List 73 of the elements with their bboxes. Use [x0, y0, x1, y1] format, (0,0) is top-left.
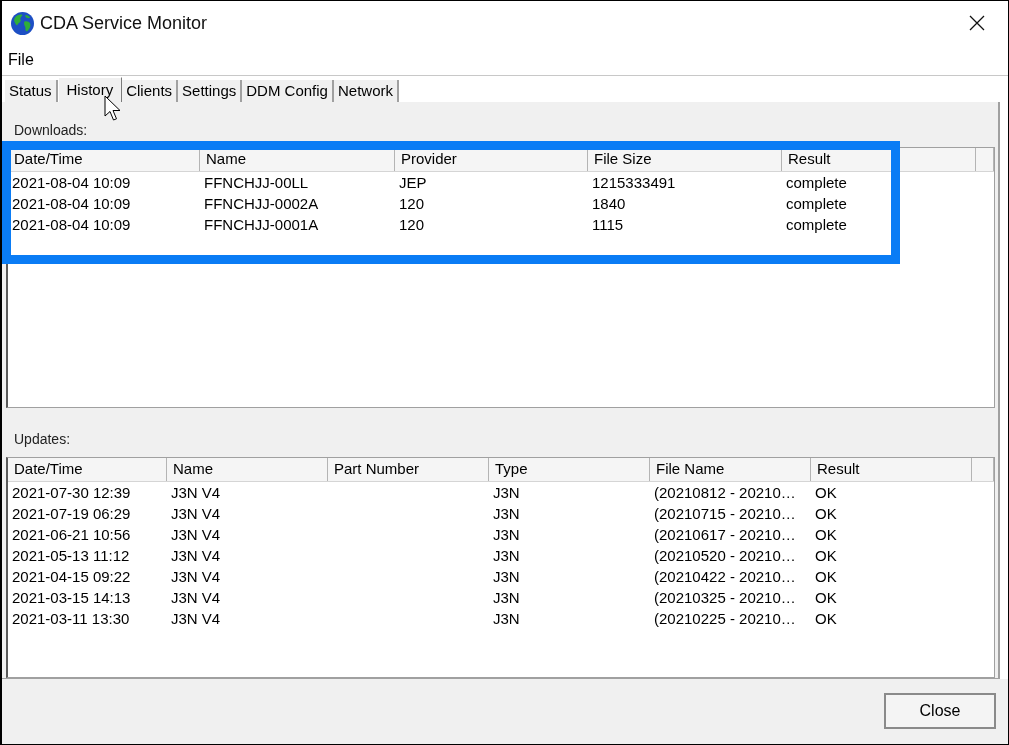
- table-cell-text: J3N V4: [170, 609, 222, 630]
- table-cell-text: J3N: [492, 567, 521, 588]
- table-cell-text: 1215333491: [591, 173, 677, 194]
- tab[interactable]: Clients: [122, 80, 179, 102]
- tab[interactable]: History: [57, 77, 123, 102]
- table-cell-text: FFNCHJJ-0001A: [203, 215, 320, 236]
- table-cell-text: 2021-06-21 10:56: [11, 525, 132, 546]
- table-cell-text: 2021-03-11 13:30: [11, 609, 131, 630]
- table-cell-text: J3N: [492, 609, 521, 630]
- column-header[interactable]: Result: [782, 148, 976, 171]
- table-cell-text: J3N: [492, 483, 521, 504]
- table-cell-text: 1115: [591, 215, 625, 236]
- table-cell-text: (20210715 - 20210…: [653, 504, 797, 525]
- table-cell-text: J3N: [492, 504, 521, 525]
- table-cell-text: 2021-08-04 10:09: [11, 173, 132, 194]
- table-cell-text: OK: [814, 588, 838, 609]
- column-header[interactable]: File Size: [588, 148, 782, 171]
- table-cell-text: OK: [814, 525, 838, 546]
- table-cell-text: OK: [814, 546, 838, 567]
- table-cell-text: J3N: [492, 546, 521, 567]
- section-label: Downloads:: [14, 121, 88, 140]
- table-cell-text: J3N V4: [170, 525, 222, 546]
- close-button[interactable]: Close: [884, 693, 996, 729]
- menu-item[interactable]: File: [4, 48, 38, 72]
- column-header[interactable]: Name: [200, 148, 395, 171]
- column-header[interactable]: Name: [167, 458, 328, 481]
- column-header[interactable]: File Name: [650, 458, 811, 481]
- table-cell-text: OK: [814, 504, 838, 525]
- column-header[interactable]: Part Number: [328, 458, 489, 481]
- table-cell-text: (20210225 - 20210…: [653, 609, 797, 630]
- table-cell-text: J3N V4: [170, 588, 222, 609]
- window-title: CDA Service Monitor: [40, 11, 208, 35]
- table-cell-text: complete: [785, 215, 848, 236]
- table-cell-text: J3N V4: [170, 504, 222, 525]
- column-header[interactable]: Date/Time: [8, 458, 167, 481]
- table-cell-text: (20210617 - 20210…: [653, 525, 797, 546]
- column-header[interactable]: Provider: [395, 148, 588, 171]
- table-cell-text: FFNCHJJ-0002A: [203, 194, 320, 215]
- table-cell-text: 2021-05-13 11:12: [11, 546, 131, 567]
- table-cell-text: (20210422 - 20210…: [653, 567, 797, 588]
- column-header[interactable]: Type: [489, 458, 650, 481]
- table-cell-text: (20210520 - 20210…: [653, 546, 797, 567]
- table-cell-text: 1840: [591, 194, 627, 215]
- table-cell-text: OK: [814, 609, 838, 630]
- tab[interactable]: Status: [5, 80, 58, 102]
- table-cell-text: OK: [814, 483, 838, 504]
- table-cell-text: JEP: [398, 173, 428, 194]
- tab[interactable]: Network: [333, 80, 399, 102]
- table-cell-text: 2021-03-15 14:13: [11, 588, 132, 609]
- table-cell-text: J3N: [492, 588, 521, 609]
- table-cell-text: 120: [398, 215, 426, 236]
- table-cell-text: (20210325 - 20210…: [653, 588, 797, 609]
- table-cell-text: complete: [785, 173, 848, 194]
- table-cell-text: J3N V4: [170, 483, 222, 504]
- section-label: Updates:: [14, 430, 71, 449]
- table-cell-text: 2021-07-19 06:29: [11, 504, 132, 525]
- close-icon: [969, 15, 985, 31]
- table-cell-text: J3N: [492, 525, 521, 546]
- globe-icon: [11, 11, 34, 35]
- column-header[interactable]: Result: [811, 458, 972, 481]
- table-cell-text: complete: [785, 194, 848, 215]
- table-cell-text: 2021-07-30 12:39: [11, 483, 132, 504]
- table-cell-text: 2021-08-04 10:09: [11, 194, 132, 215]
- table-cell-text: (20210812 - 20210…: [653, 483, 797, 504]
- table-cell-text: J3N V4: [170, 546, 222, 567]
- tab[interactable]: Settings: [178, 80, 243, 102]
- tab[interactable]: DDM Config: [242, 80, 334, 102]
- table-cell-text: FFNCHJJ-00LL: [203, 173, 310, 194]
- table-cell-text: J3N V4: [170, 567, 222, 588]
- table-cell-text: OK: [814, 567, 838, 588]
- table-cell-text: 2021-04-15 09:22: [11, 567, 132, 588]
- table-cell-text: 2021-08-04 10:09: [11, 215, 132, 236]
- table-cell-text: 120: [398, 194, 426, 215]
